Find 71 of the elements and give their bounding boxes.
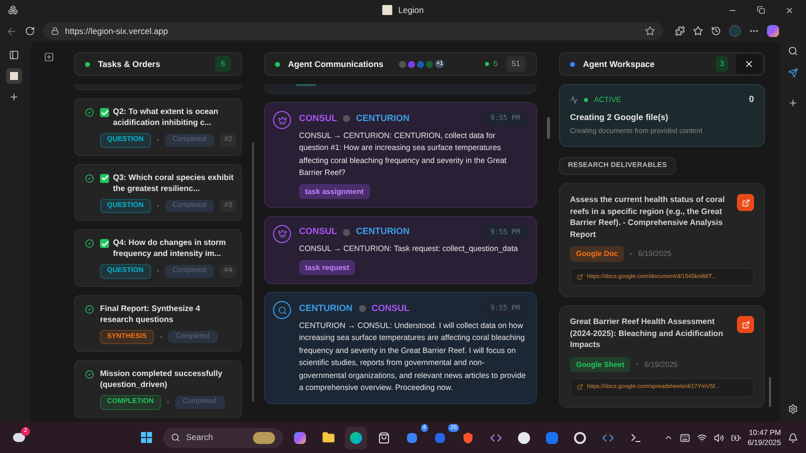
panel-title: Tasks & Orders	[98, 58, 160, 70]
deliverable-title: Great Barrier Reef Health Assessment (2024-2025): Bleaching and Acidification Impacts	[570, 316, 724, 351]
tab-favicon[interactable]	[6, 68, 22, 84]
external-link-icon	[577, 274, 583, 280]
sender-name: CENTURION	[299, 302, 352, 314]
crown-icon	[273, 224, 291, 243]
task-title: Mission completed successfully (question_driven)	[100, 368, 224, 390]
task-title: Q2: To what extent is ocean acidification inhibiting c...	[113, 106, 220, 128]
external-link-icon	[742, 320, 750, 329]
add-icon[interactable]	[788, 98, 798, 108]
new-tab-icon[interactable]	[9, 92, 19, 102]
search-icon[interactable]	[788, 46, 798, 56]
back-button[interactable]	[6, 26, 17, 36]
search-icon	[171, 433, 180, 442]
browser-icon[interactable]	[345, 426, 367, 448]
add-panel-icon[interactable]	[44, 52, 54, 62]
extensions-icon[interactable]	[675, 26, 685, 36]
task-title: Q4: How do changes in storm frequency and intensity im...	[113, 237, 227, 259]
weather-icon[interactable]	[13, 433, 25, 442]
check-circle-icon	[85, 239, 94, 248]
scrollbar	[769, 377, 771, 407]
url-text: https://legion-six.vercel.app	[65, 24, 168, 38]
notifications-icon[interactable]	[788, 432, 798, 442]
panel-title: Agent Workspace	[583, 58, 655, 70]
battery-icon[interactable]	[730, 432, 741, 442]
history-icon[interactable]	[711, 26, 721, 36]
activity-icon	[570, 96, 578, 104]
check-circle-icon	[85, 304, 94, 314]
sender-name: CONSUL	[299, 225, 337, 238]
restore-button[interactable]	[757, 6, 765, 14]
close-button[interactable]	[785, 6, 794, 14]
favorites-icon[interactable]	[693, 26, 703, 36]
close-button[interactable]	[736, 54, 762, 74]
window-title: Legion	[398, 4, 424, 16]
refresh-button[interactable]	[25, 26, 35, 36]
open-link-button[interactable]	[737, 316, 754, 334]
paper-plane-icon[interactable]	[788, 68, 798, 78]
keyboard-icon[interactable]	[680, 432, 690, 442]
chat-app-icon[interactable]	[435, 432, 445, 442]
external-link-icon	[577, 384, 583, 390]
recipient-name: CENTURION	[356, 112, 410, 124]
external-link-icon	[742, 198, 750, 207]
wifi-icon[interactable]	[696, 432, 707, 442]
copilot-icon[interactable]	[767, 25, 779, 37]
lock-icon	[51, 27, 59, 35]
activity-title: Creating 2 Google file(s)	[570, 110, 670, 124]
settings-icon[interactable]	[788, 404, 798, 414]
sidebar-toggle-icon[interactable]	[9, 50, 19, 60]
task-title: Final Report: Synthesize 4 research questions	[100, 302, 202, 324]
open-link-button[interactable]	[737, 194, 754, 212]
check-circle-icon	[85, 174, 94, 182]
sender-name: CONSUL	[299, 112, 337, 124]
favorite-star-icon[interactable]	[645, 26, 655, 36]
panel-title: Agent Communications	[288, 58, 384, 70]
task-title: Q3: Which coral species exhibit the greatest resilienc...	[113, 172, 234, 194]
scrollbar	[546, 117, 550, 139]
search-icon	[273, 301, 291, 319]
favicon-icon	[382, 5, 392, 15]
close-icon	[744, 59, 754, 69]
check-circle-icon	[85, 108, 94, 117]
crown-icon	[273, 111, 291, 129]
recipient-name: CENTURION	[356, 225, 410, 238]
volume-icon[interactable]	[714, 432, 724, 442]
address-bar[interactable]: https://legion-six.vercel.app	[43, 22, 663, 40]
recipient-name: CONSUL	[372, 302, 410, 314]
activity-count: 0	[748, 93, 754, 106]
deliverable-title: Assess the current health status of coral reefs in a specific region (e.g., the Great Barrier Reef). - Comprehensive Analysis Report	[570, 194, 726, 240]
search-field[interactable]: Search	[163, 428, 283, 448]
workspaces-icon[interactable]	[8, 5, 18, 15]
check-circle-icon	[85, 370, 94, 379]
chevron-up-icon[interactable]	[664, 433, 673, 442]
